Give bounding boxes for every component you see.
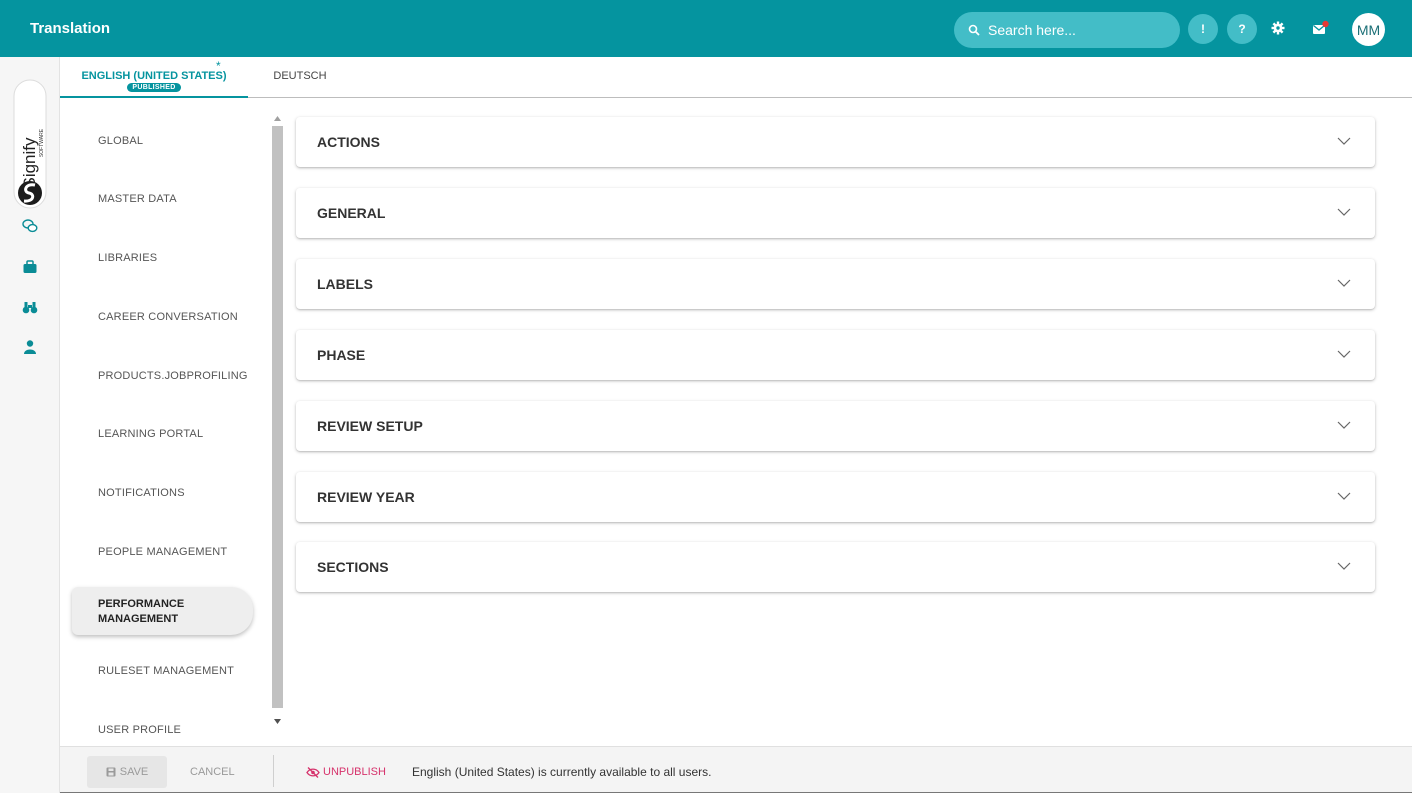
search-icon	[968, 24, 980, 36]
category-ruleset-management[interactable]: RULESET MANAGEMENT	[98, 665, 234, 677]
category-global[interactable]: GLOBAL	[98, 135, 143, 147]
brand-name: Signify	[20, 137, 39, 189]
section-sections[interactable]: SECTIONS	[296, 542, 1375, 592]
scroll-up-icon[interactable]	[274, 115, 281, 122]
category-list: GLOBAL MASTER DATA LIBRARIES CAREER CONV…	[60, 98, 270, 746]
category-products-jobprofiling[interactable]: PRODUCTS.JOBPROFILING	[98, 370, 248, 382]
avatar[interactable]: MM	[1352, 13, 1385, 46]
category-performance-label-2: MANAGEMENT	[98, 613, 179, 625]
save-icon	[106, 767, 116, 777]
settings-button[interactable]	[1268, 18, 1288, 38]
category-libraries[interactable]: LIBRARIES	[98, 252, 157, 264]
chevron-down-icon[interactable]	[1337, 136, 1351, 146]
section-title: SECTIONS	[317, 559, 389, 575]
section-actions[interactable]: ACTIONS	[296, 117, 1375, 167]
info-icon: !	[1201, 22, 1205, 36]
user-icon[interactable]	[22, 339, 38, 355]
conversations-icon[interactable]	[22, 218, 38, 234]
section-title: LABELS	[317, 276, 373, 292]
help-button[interactable]: ?	[1227, 14, 1257, 44]
chevron-down-icon[interactable]	[1337, 207, 1351, 217]
briefcase-icon[interactable]	[22, 259, 38, 275]
scroll-thumb[interactable]	[272, 126, 283, 708]
left-rail: Signify SOFTWARE	[0, 57, 60, 793]
cancel-button[interactable]: CANCEL	[190, 756, 235, 788]
chevron-down-icon[interactable]	[1337, 278, 1351, 288]
chevron-down-icon[interactable]	[1337, 491, 1351, 501]
category-people-management[interactable]: PEOPLE MANAGEMENT	[98, 546, 227, 558]
mail-icon	[1313, 20, 1329, 34]
tab-deutsch[interactable]: DEUTSCH	[260, 57, 340, 98]
scroll-down-icon[interactable]	[274, 718, 281, 725]
section-phase[interactable]: PHASE	[296, 330, 1375, 380]
section-title: GENERAL	[317, 205, 386, 221]
category-notifications[interactable]: NOTIFICATIONS	[98, 487, 185, 499]
section-labels[interactable]: LABELS	[296, 259, 1375, 309]
published-badge: PUBLISHED	[127, 83, 181, 92]
section-title: REVIEW SETUP	[317, 418, 423, 434]
app-title: Translation	[30, 20, 111, 37]
category-performance-management[interactable]: PERFORMANCE MANAGEMENT	[72, 587, 253, 635]
save-button[interactable]: SAVE	[87, 756, 167, 788]
info-button[interactable]: !	[1188, 14, 1218, 44]
search-placeholder: Search here...	[988, 22, 1076, 38]
messages-button[interactable]	[1311, 18, 1331, 38]
category-scrollbar[interactable]	[271, 112, 284, 732]
chevron-down-icon[interactable]	[1337, 420, 1351, 430]
language-tabs: ENGLISH (UNITED STATES) PUBLISHED * DEUT…	[60, 57, 1412, 98]
section-title: REVIEW YEAR	[317, 489, 415, 505]
publish-status-text: English (United States) is currently ava…	[412, 765, 712, 779]
footer-bar: SAVE CANCEL UNPUBLISH English (United St…	[60, 746, 1412, 793]
signify-logo: Signify SOFTWARE	[13, 79, 47, 209]
brand-sub: SOFTWARE	[39, 128, 45, 157]
category-career-conversation[interactable]: CAREER CONVERSATION	[98, 311, 238, 323]
section-title: PHASE	[317, 347, 366, 363]
footer-divider	[273, 755, 274, 787]
tab-english-label: ENGLISH (UNITED STATES)	[81, 70, 227, 82]
category-performance-label-1: PERFORMANCE	[98, 598, 185, 610]
top-bar: Translation Search here... ! ? MM	[0, 0, 1412, 57]
section-general[interactable]: GENERAL	[296, 188, 1375, 238]
chevron-down-icon[interactable]	[1337, 561, 1351, 571]
eye-slash-icon	[306, 766, 320, 778]
modified-marker: *	[216, 59, 221, 73]
section-review-setup[interactable]: REVIEW SETUP	[296, 401, 1375, 451]
unpublish-button[interactable]: UNPUBLISH	[306, 756, 386, 788]
category-master-data[interactable]: MASTER DATA	[98, 193, 177, 205]
unpublish-label: UNPUBLISH	[323, 766, 386, 778]
chevron-down-icon[interactable]	[1337, 349, 1351, 359]
category-user-profile[interactable]: USER PROFILE	[98, 724, 181, 736]
help-icon: ?	[1238, 22, 1246, 36]
save-label: SAVE	[119, 766, 149, 778]
search-input[interactable]: Search here...	[954, 12, 1180, 48]
section-title: ACTIONS	[317, 134, 380, 150]
tab-deutsch-label: DEUTSCH	[273, 70, 327, 82]
category-learning-portal[interactable]: LEARNING PORTAL	[98, 428, 203, 440]
gear-icon	[1271, 21, 1285, 35]
section-review-year[interactable]: REVIEW YEAR	[296, 472, 1375, 522]
binoculars-icon[interactable]	[22, 299, 38, 315]
